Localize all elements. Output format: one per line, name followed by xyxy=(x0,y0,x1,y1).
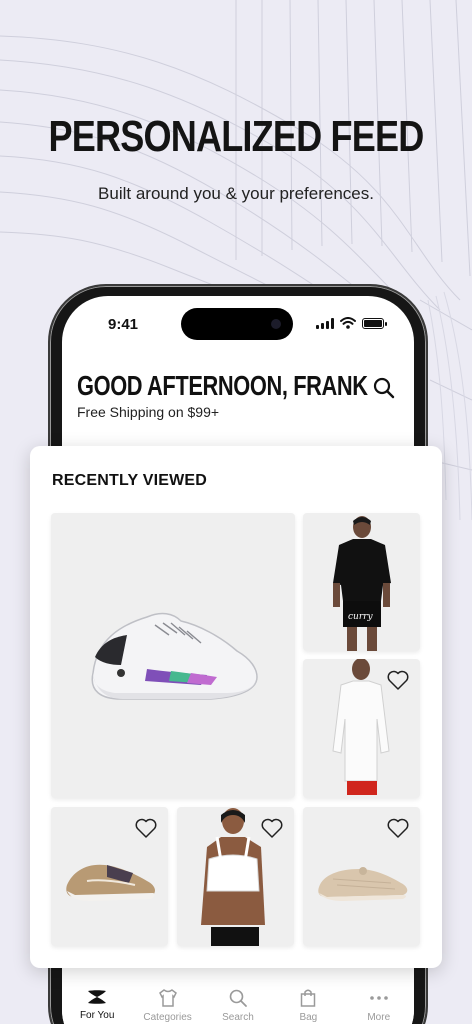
greeting-title: GOOD AFTERNOON, FRANK xyxy=(77,370,368,401)
ua-logo-icon xyxy=(88,990,107,1004)
svg-text:curry: curry xyxy=(348,612,373,622)
signal-icon xyxy=(316,317,334,329)
wifi-icon xyxy=(340,317,356,329)
product-tile-tan-shoe[interactable] xyxy=(51,807,168,946)
product-tile-long-sleeve[interactable] xyxy=(303,659,420,798)
tab-label: Categories xyxy=(143,1012,192,1023)
shirt-icon xyxy=(158,989,177,1007)
more-dots-icon xyxy=(369,996,388,1000)
tab-categories[interactable]: Categories xyxy=(135,988,201,1024)
basketball-shoe-image xyxy=(91,612,258,700)
tab-for-you[interactable]: For You xyxy=(64,988,130,1024)
search-icon xyxy=(229,989,247,1007)
status-icons xyxy=(316,317,387,329)
heart-icon[interactable] xyxy=(260,817,284,839)
tab-label: Search xyxy=(222,1012,254,1023)
bottom-tab-bar: For You Categories Search Bag More xyxy=(62,976,414,1024)
promo-subhead: Built around you & your preferences. xyxy=(98,184,374,203)
product-tile-sports-bra[interactable] xyxy=(177,807,294,946)
promo-headline: PERSONALIZED FEED xyxy=(48,112,425,161)
tab-label: For You xyxy=(79,1010,115,1021)
tab-label: Bag xyxy=(299,1012,318,1023)
section-title: RECENTLY VIEWED xyxy=(52,472,208,489)
product-tile-basketball-shoe[interactable] xyxy=(51,513,295,798)
dynamic-island xyxy=(181,308,293,340)
tab-label: More xyxy=(367,1012,391,1023)
product-tile-beige-shoe[interactable] xyxy=(303,807,420,946)
search-icon[interactable] xyxy=(372,376,396,400)
heart-icon[interactable] xyxy=(386,669,410,691)
camera-icon xyxy=(271,319,281,329)
recently-viewed-card: RECENTLY VIEWED curry xyxy=(30,446,442,968)
shipping-banner[interactable]: Free Shipping on $99+ xyxy=(77,404,219,420)
battery-icon xyxy=(362,317,387,329)
tab-search[interactable]: Search xyxy=(205,988,271,1024)
heart-icon[interactable] xyxy=(386,817,410,839)
product-tile-graphic-tee[interactable]: curry xyxy=(303,513,420,651)
heart-icon[interactable] xyxy=(134,817,158,839)
tab-bag[interactable]: Bag xyxy=(275,988,341,1024)
graphic-tee-model-image: curry xyxy=(333,516,391,651)
tab-more[interactable]: More xyxy=(346,988,412,1024)
bag-icon xyxy=(301,989,316,1007)
status-time: 9:41 xyxy=(108,316,139,333)
